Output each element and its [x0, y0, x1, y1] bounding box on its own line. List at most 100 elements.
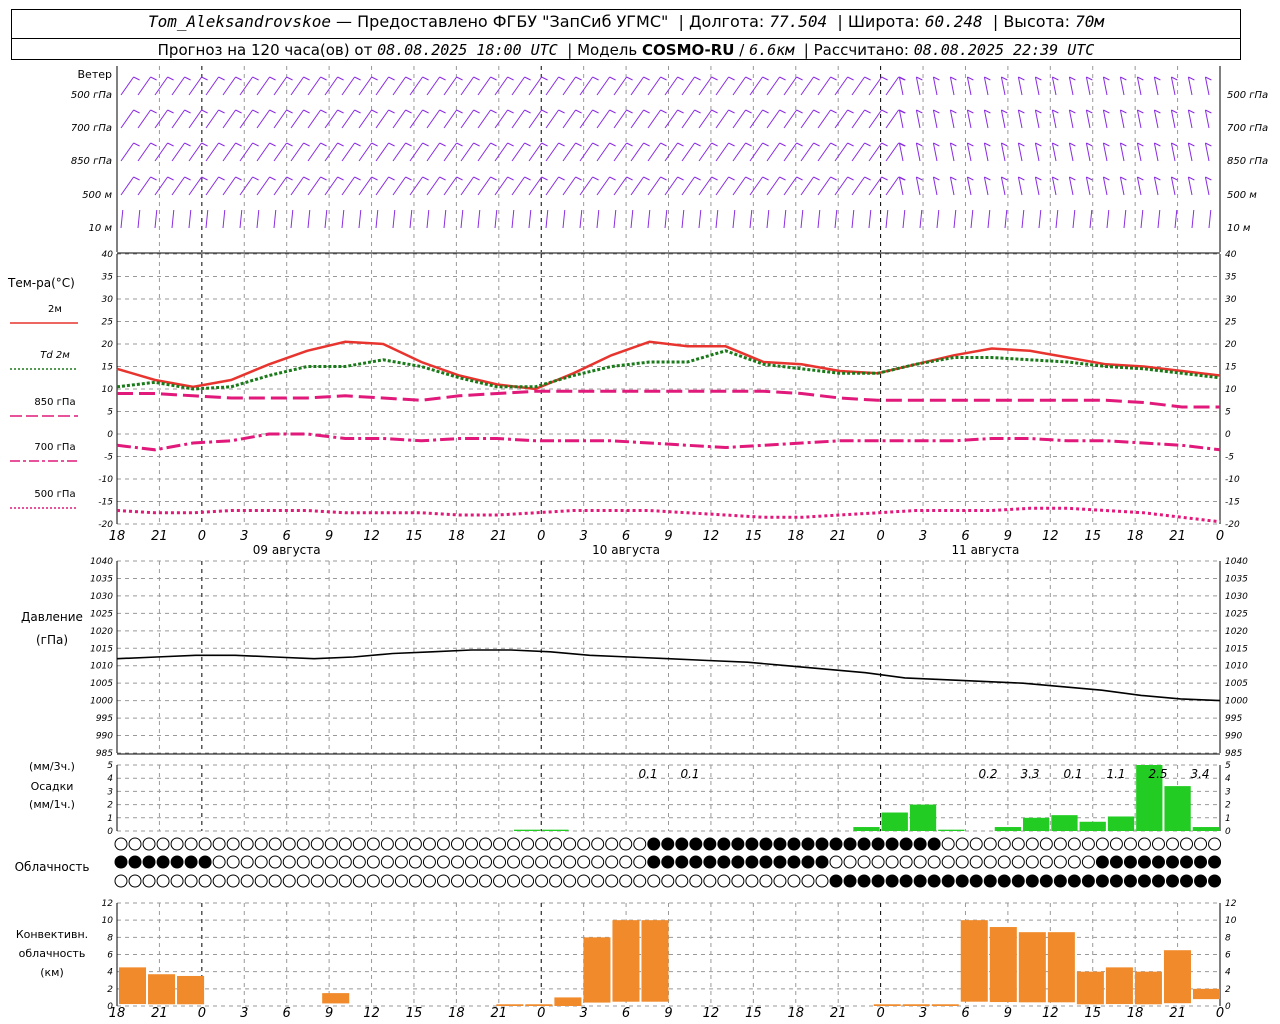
cloud-circle — [773, 874, 787, 888]
conv-bar — [322, 993, 350, 1004]
wind-barb — [885, 76, 900, 96]
wind-barb — [273, 176, 288, 196]
wind-barb — [392, 142, 407, 162]
cloud-circle — [969, 855, 983, 869]
cloud-circle — [184, 855, 198, 869]
wind-barb — [613, 176, 628, 196]
wind-barb-flag — [303, 142, 310, 147]
x-hour-label-bottom: 6 — [283, 1006, 291, 1021]
wind-barb — [1187, 142, 1193, 162]
wind-barb — [732, 209, 736, 229]
wind-barb — [341, 109, 356, 129]
wind-barb — [528, 176, 543, 196]
wind-barb-flag — [201, 76, 208, 81]
conv-bar — [1163, 950, 1191, 1004]
cloud-circle — [927, 837, 941, 851]
wind-barb — [154, 76, 169, 96]
cloud-circle — [997, 855, 1011, 869]
cloud-circle — [591, 837, 605, 851]
wind-level-label-right: 500 м — [1227, 190, 1257, 201]
x-hour-label-bottom: 18 — [1127, 1006, 1144, 1021]
precip-title: Осадки — [31, 780, 74, 793]
wind-barb — [987, 209, 991, 229]
x-hour-label-bottom: 12 — [1042, 1006, 1059, 1021]
cloud-circle — [689, 874, 703, 888]
cloud-circle — [857, 855, 871, 869]
cloud-circle — [605, 837, 619, 851]
wind-barb — [681, 209, 685, 229]
wind-barb — [983, 176, 989, 196]
wind-barb-flag — [490, 76, 497, 81]
wind-barb-flag — [711, 76, 718, 81]
conv-bar — [119, 967, 147, 1005]
cloud-circle — [507, 837, 521, 851]
wind-barb — [307, 176, 322, 196]
wind-barb-flag — [371, 142, 378, 147]
wind-barb — [851, 76, 866, 96]
precip-ytick-right: 5 — [1225, 761, 1231, 771]
wind-barb-flag — [303, 109, 310, 114]
wind-barb — [766, 176, 781, 196]
wind-barb-flag — [354, 176, 361, 181]
wind-barb — [949, 176, 955, 196]
wind-barb — [477, 142, 492, 162]
cloud-circle — [479, 874, 493, 888]
conv-ytick-right: 4 — [1225, 968, 1231, 978]
temp-ytick-right: 30 — [1225, 295, 1237, 305]
wind-barb-flag — [779, 176, 786, 181]
wind-barb-flag — [694, 76, 701, 81]
wind-barb — [664, 109, 679, 129]
wind-barb — [171, 176, 186, 196]
conv-ytick: 4 — [107, 968, 113, 978]
wind-barb — [426, 142, 441, 162]
wind-barb — [290, 109, 305, 129]
x-hour-label: 18 — [1127, 529, 1144, 544]
wind-barb-flag — [439, 176, 446, 181]
wind-barb-flag — [473, 142, 480, 147]
wind-barb-flag — [745, 142, 752, 147]
wind-barb-flag — [320, 76, 327, 81]
x-hour-label: 0 — [876, 529, 884, 544]
precip-bar — [542, 829, 569, 831]
wind-barb — [1170, 176, 1176, 196]
cloud-circle — [1137, 874, 1151, 888]
wind-barb — [732, 76, 747, 96]
conv-bar — [148, 974, 176, 1005]
cloud-circle — [913, 855, 927, 869]
wind-barb-flag — [609, 142, 616, 147]
cloud-circle — [212, 855, 226, 869]
wind-barb-flag — [881, 76, 888, 81]
cloud-circle — [465, 855, 478, 869]
x-hour-label-bottom: 21 — [491, 1006, 508, 1021]
cloud-circle — [843, 874, 857, 888]
cloud-circle — [675, 837, 689, 851]
wind-barb — [698, 109, 713, 129]
wind-barb-flag — [456, 76, 463, 81]
cloud-circle — [1053, 837, 1067, 851]
wind-level-label: 500 м — [82, 190, 112, 201]
conv-bar — [931, 1004, 959, 1006]
cloud-title: Облачность — [15, 860, 90, 874]
wind-barb-flag — [354, 142, 361, 147]
wind-barb-flag — [796, 76, 803, 81]
cloud-circle — [142, 855, 156, 869]
wind-barb — [562, 76, 577, 96]
cloud-circle — [1011, 855, 1025, 869]
pressure-ytick-right: 1020 — [1225, 627, 1248, 637]
wind-barb-flag — [541, 109, 548, 114]
wind-barb — [1136, 176, 1142, 196]
wind-barb — [1119, 109, 1125, 129]
wind-barb — [562, 109, 577, 129]
cloud-circle — [787, 855, 801, 869]
x-hour-label: 6 — [961, 529, 969, 544]
temp-ytick-right: 5 — [1225, 408, 1231, 418]
wind-barb-flag — [422, 109, 429, 114]
wind-barb — [732, 142, 747, 162]
cloud-circle — [1095, 855, 1109, 869]
cloud-circle — [338, 837, 352, 851]
pressure-ytick-right: 995 — [1225, 714, 1242, 724]
wind-barb — [1072, 209, 1076, 229]
wind-barb-flag — [881, 176, 888, 181]
cloud-circle — [324, 855, 338, 869]
cloud-circle — [184, 874, 198, 888]
